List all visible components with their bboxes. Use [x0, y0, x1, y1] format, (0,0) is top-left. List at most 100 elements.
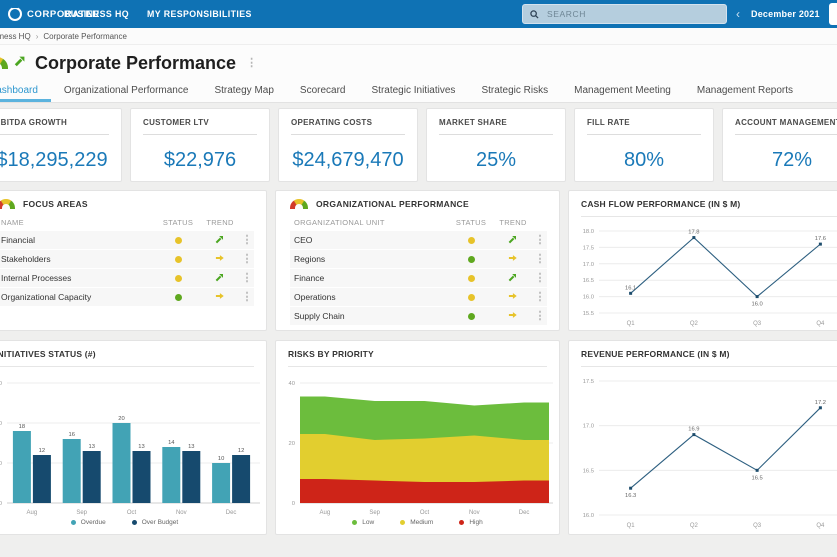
svg-text:17.5: 17.5 — [583, 379, 594, 385]
column-header: ORGANIZATIONAL UNIT — [290, 218, 449, 227]
row-menu-icon[interactable]: ⋮ — [533, 254, 547, 265]
status-cell — [449, 311, 493, 321]
svg-text:Q3: Q3 — [753, 321, 762, 327]
legend-label: Over Budget — [142, 519, 179, 526]
sub-header: Business HQ›Corporate Performance Corpor… — [0, 28, 837, 103]
status-dot-yellow — [175, 237, 182, 244]
chart-legend: Overdue Over Budget — [0, 515, 266, 529]
svg-text:30: 30 — [0, 381, 2, 387]
trend-up-icon — [493, 234, 533, 246]
tab-management-reports[interactable]: Management Reports — [684, 81, 806, 102]
breadcrumb-item: Corporate Performance — [43, 32, 127, 41]
kpi-row: EBITDA GROWTH$18,295,229CUSTOMER LTV$22,… — [0, 108, 837, 182]
legend-dot — [71, 520, 76, 525]
divider — [288, 366, 547, 367]
svg-text:17.0: 17.0 — [583, 424, 594, 430]
divider — [291, 134, 405, 135]
period-label: December 2021 — [751, 9, 820, 19]
tab-dashboard[interactable]: Dashboard — [0, 81, 51, 102]
legend-dot — [400, 520, 405, 525]
top-nav-item-business-hq[interactable]: BUSINESS HQ — [64, 9, 129, 19]
tab-management-meeting[interactable]: Management Meeting — [561, 81, 684, 102]
svg-text:12: 12 — [39, 448, 45, 454]
table-row[interactable]: Stakeholders ⋮ — [0, 250, 254, 268]
kpi-label: CUSTOMER LTV — [143, 118, 257, 127]
legend-item-high[interactable]: High — [459, 519, 482, 526]
trend-right-icon — [493, 253, 533, 265]
row-name: Stakeholders — [0, 254, 156, 264]
divider — [0, 366, 254, 367]
table-row[interactable]: Supply Chain⋮ — [290, 307, 547, 325]
table-row[interactable]: Organizational Capacity⋮ — [0, 288, 254, 306]
page-menu-icon[interactable]: ⋮ — [246, 58, 257, 69]
divider — [581, 366, 837, 367]
table-row[interactable]: Operations⋮ — [290, 288, 547, 306]
row-menu-icon[interactable]: ⋮ — [240, 273, 254, 284]
svg-text:13: 13 — [138, 444, 144, 450]
search-input[interactable] — [545, 8, 719, 20]
svg-text:20: 20 — [118, 416, 124, 422]
top-nav-item-my-responsibilities[interactable]: MY RESPONSIBILITIES — [147, 9, 252, 19]
chevron-left-icon[interactable]: ‹ — [736, 8, 740, 20]
gauge-icon — [290, 199, 308, 209]
svg-text:16.0: 16.0 — [751, 302, 762, 308]
kpi-card-account-management[interactable]: ACCOUNT MANAGEMENT72% — [722, 108, 837, 182]
gauge-icon — [0, 57, 8, 69]
trend-up-icon — [14, 54, 27, 72]
org-performance-panel: ORGANIZATIONAL PERFORMANCE ORGANIZATIONA… — [275, 190, 560, 331]
kpi-card-operating-costs[interactable]: OPERATING COSTS$24,679,470 — [278, 108, 418, 182]
legend-item-overdue[interactable]: Overdue — [71, 519, 106, 526]
kpi-card-fill-rate[interactable]: FILL RATE80% — [574, 108, 714, 182]
tab-scorecard[interactable]: Scorecard — [287, 81, 359, 102]
legend-item-over-budget[interactable]: Over Budget — [132, 519, 179, 526]
trend-up-icon — [493, 272, 533, 284]
svg-text:13: 13 — [188, 444, 194, 450]
row-menu-icon[interactable]: ⋮ — [240, 235, 254, 246]
row-menu-icon[interactable]: ⋮ — [240, 292, 254, 303]
svg-text:12: 12 — [238, 448, 244, 454]
svg-text:17.6: 17.6 — [815, 236, 826, 242]
breadcrumb-item[interactable]: Business HQ — [0, 32, 31, 41]
tab-organizational-performance[interactable]: Organizational Performance — [51, 81, 202, 102]
svg-text:16.5: 16.5 — [583, 468, 594, 474]
svg-text:40: 40 — [289, 381, 295, 387]
table-row[interactable]: Financial⋮ — [0, 231, 254, 249]
table-row[interactable]: CEO ⋮ — [290, 231, 547, 249]
kpi-card-market-share[interactable]: MARKET SHARE25% — [426, 108, 566, 182]
column-header: STATUS — [156, 218, 200, 227]
kpi-card-ebitda-growth[interactable]: EBITDA GROWTH$18,295,229 — [0, 108, 122, 182]
topbar-right-button[interactable] — [829, 3, 837, 25]
divider — [587, 134, 701, 135]
legend-dot — [132, 520, 137, 525]
kpi-card-customer-ltv[interactable]: CUSTOMER LTV$22,976 — [130, 108, 270, 182]
search-box[interactable] — [522, 4, 727, 24]
svg-text:Sep: Sep — [369, 510, 380, 516]
svg-text:14: 14 — [168, 440, 175, 446]
table-row[interactable]: Finance⋮ — [290, 269, 547, 287]
svg-text:Q1: Q1 — [627, 523, 636, 529]
org-performance-header: ORGANIZATIONAL PERFORMANCE — [290, 199, 547, 209]
table-row[interactable]: Internal Processes⋮ — [0, 269, 254, 287]
divider — [735, 134, 837, 135]
tab-bar: DashboardOrganizational PerformanceStrat… — [0, 81, 837, 103]
table-row[interactable]: Regions⋮ — [290, 250, 547, 268]
legend-label: Low — [362, 519, 374, 526]
tab-strategic-initiatives[interactable]: Strategic Initiatives — [359, 81, 469, 102]
row-menu-icon[interactable]: ⋮ — [240, 254, 254, 265]
row-menu-icon[interactable]: ⋮ — [533, 311, 547, 322]
legend-item-low[interactable]: Low — [352, 519, 374, 526]
row-menu-icon[interactable]: ⋮ — [533, 235, 547, 246]
tab-strategy-map[interactable]: Strategy Map — [201, 81, 286, 102]
trend-up-icon — [200, 234, 240, 246]
row-name: CEO — [290, 235, 449, 245]
legend-item-medium[interactable]: Medium — [400, 519, 433, 526]
tab-strategic-risks[interactable]: Strategic Risks — [468, 81, 561, 102]
kpi-label: OPERATING COSTS — [291, 118, 405, 127]
row-menu-icon[interactable]: ⋮ — [533, 273, 547, 284]
row-menu-icon[interactable]: ⋮ — [533, 292, 547, 303]
svg-text:18.0: 18.0 — [583, 229, 594, 235]
status-cell — [156, 292, 200, 302]
svg-text:Aug: Aug — [320, 510, 331, 516]
trend-right-icon — [200, 253, 240, 265]
divider — [439, 134, 553, 135]
